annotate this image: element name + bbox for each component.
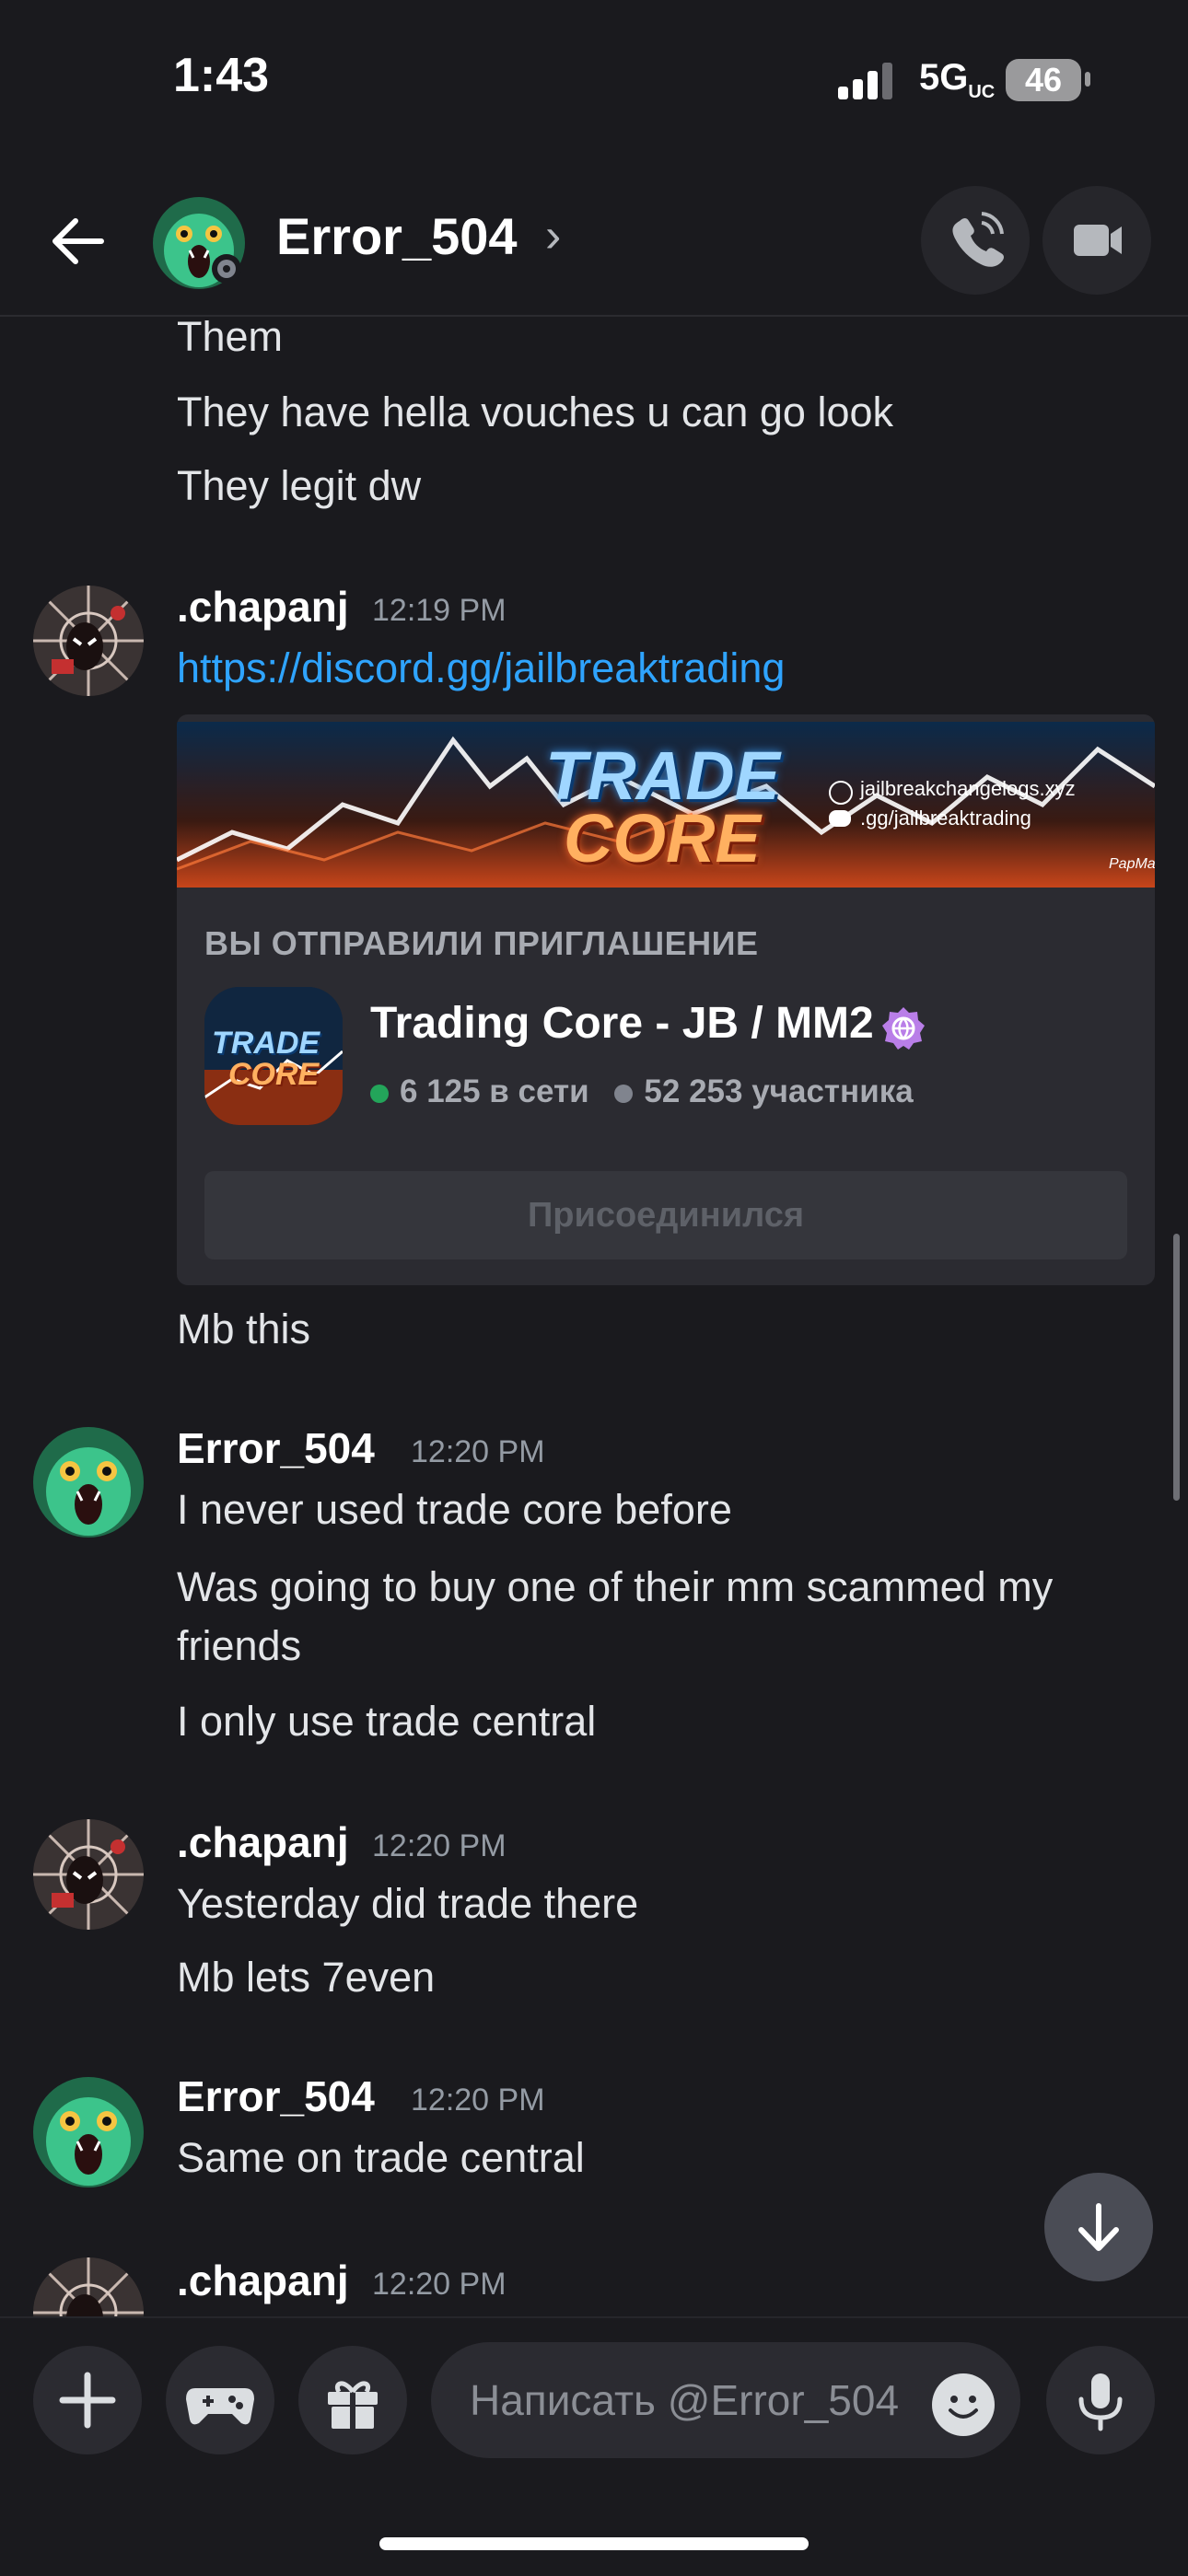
apps-button[interactable] [166, 2346, 274, 2454]
message-timestamp: 12:20 PM [372, 1828, 507, 1863]
status-time: 1:43 [173, 49, 270, 102]
message-text: Mb lets 7even [177, 1954, 436, 2001]
message-text: They legit dw [177, 462, 422, 509]
network-label: 5GUC [919, 57, 996, 102]
avatar[interactable] [33, 586, 144, 696]
message-text: Mb this [177, 1305, 311, 1352]
invite-card: TRADE CORE jailbreakchangelogs.xyz .gg/j… [177, 714, 1155, 1285]
gift-icon [328, 2381, 378, 2429]
verified-badge-icon [882, 1007, 925, 1050]
message-author[interactable]: .chapanj [177, 1817, 349, 1867]
banner-invite: .gg/jailbreaktrading [860, 806, 1031, 830]
message-author[interactable]: Error_504 [177, 2071, 375, 2121]
message-timestamp: 12:19 PM [372, 593, 507, 628]
plus-icon [59, 2372, 116, 2429]
battery-indicator: 46 [1006, 59, 1081, 101]
video-icon [1074, 225, 1122, 256]
microphone-icon [1078, 2373, 1123, 2431]
spider-avatar-icon [33, 1819, 144, 1930]
members-dot [614, 1084, 634, 1103]
gift-button[interactable] [298, 2346, 407, 2454]
server-icon: TRADE CORE [204, 987, 343, 1125]
arrow-left-icon[interactable] [48, 212, 107, 271]
message-timestamp: 12:20 PM [372, 2267, 507, 2302]
message-text: I only use trade central [177, 1698, 597, 1745]
invite-banner: TRADE CORE jailbreakchangelogs.xyz .gg/j… [177, 722, 1155, 888]
message-text: Same on trade central [177, 2134, 585, 2181]
arrow-down-icon [1078, 2203, 1119, 2251]
avatar[interactable] [33, 1819, 144, 1930]
signal-icon [838, 63, 892, 99]
gamepad-icon [186, 2388, 254, 2425]
message-text: They have hella vouches u can go look [177, 389, 894, 435]
invite-label: ВЫ ОТПРАВИЛИ ПРИГЛАШЕНИЕ [204, 924, 759, 962]
message-text: I never used trade core before [177, 1486, 732, 1533]
banner-title-core: CORE [564, 800, 761, 876]
avatar[interactable] [33, 2077, 144, 2187]
creature-avatar-icon [33, 2077, 144, 2187]
smiley-icon [949, 2396, 978, 2419]
scrollbar[interactable] [1173, 1234, 1180, 1501]
banner-discord-icon [829, 810, 851, 827]
home-indicator[interactable] [379, 2537, 809, 2550]
banner-globe-icon [829, 781, 853, 805]
battery-tip [1085, 72, 1090, 87]
server-stats: 6 125 в сети 52 253 участника [370, 1073, 914, 1110]
banner-site: jailbreakchangelogs.xyz [860, 777, 1076, 800]
message-author[interactable]: .chapanj [177, 2256, 349, 2305]
server-name[interactable]: Trading Core - JB / MM2 [370, 998, 874, 1049]
status-offline-icon [212, 254, 241, 284]
voice-message-button[interactable] [1046, 2346, 1155, 2454]
message-text: Yesterday did trade there [177, 1880, 639, 1927]
header-username[interactable]: Error_504 [276, 206, 518, 266]
message-input-placeholder[interactable]: Написать @Error_504 [470, 2375, 915, 2425]
joined-button[interactable]: Присоединился [204, 1171, 1127, 1259]
video-call-button[interactable] [1042, 186, 1151, 295]
add-attachment-button[interactable] [33, 2346, 142, 2454]
message-text: friends [177, 1622, 302, 1669]
banner-signature: PapMan [1109, 856, 1155, 872]
avatar[interactable] [33, 1427, 144, 1537]
chevron-right-icon[interactable]: › [545, 208, 561, 263]
online-count: 6 125 в сети [400, 1073, 589, 1109]
phone-icon [952, 212, 1004, 267]
message-author[interactable]: Error_504 [177, 1423, 375, 1473]
creature-avatar-icon [33, 1427, 144, 1537]
message-timestamp: 12:20 PM [411, 1434, 545, 1469]
jump-to-bottom-button[interactable] [1044, 2173, 1153, 2281]
message-author[interactable]: .chapanj [177, 582, 349, 632]
message-text: Was going to buy one of their mm scammed… [177, 1563, 1054, 1610]
invite-link[interactable]: https://discord.gg/jailbreaktrading [177, 644, 785, 692]
server-icon-core: CORE [228, 1057, 320, 1092]
message-text: Them [177, 313, 284, 360]
message-timestamp: 12:20 PM [411, 2083, 545, 2118]
voice-call-button[interactable] [921, 186, 1030, 295]
online-dot [370, 1084, 389, 1103]
member-count: 52 253 участника [644, 1073, 914, 1109]
spider-avatar-icon [33, 586, 144, 696]
emoji-button[interactable] [932, 2373, 995, 2436]
